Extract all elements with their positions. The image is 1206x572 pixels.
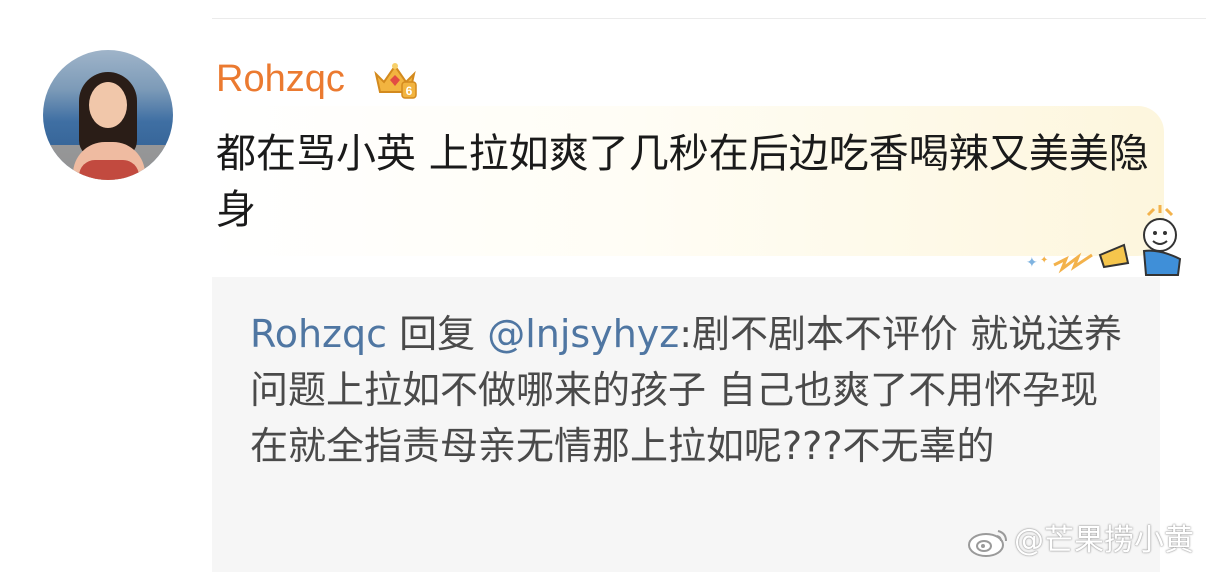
comment-text: 都在骂小英 上拉如爽了几秒在后边吃香喝辣又美美隐身 [216, 131, 1149, 233]
top-divider [212, 18, 1206, 19]
reply-username[interactable]: Rohzqc [250, 312, 387, 356]
crown-badge-icon[interactable]: 6 [372, 60, 418, 100]
watermark: @芒果捞小黄 [966, 521, 1194, 561]
cheering-sticker-icon: ✦ ✦ [1026, 205, 1182, 276]
watermark-text: @芒果捞小黄 [1014, 523, 1194, 558]
reply-text-block: Rohzqc 回复 @lnjsyhyz:剧不剧本不评价 就说送养问题上拉如不做哪… [250, 306, 1130, 474]
svg-text:✦: ✦ [1026, 255, 1038, 271]
reply-action: 回复 [399, 312, 476, 356]
badge-level: 6 [406, 84, 413, 98]
avatar[interactable] [43, 50, 173, 180]
weibo-logo-icon [968, 529, 1007, 557]
comment-username[interactable]: Rohzqc [216, 56, 345, 102]
svg-text:✦: ✦ [1040, 255, 1048, 266]
reply-mention[interactable]: @lnjsyhyz [487, 312, 679, 356]
